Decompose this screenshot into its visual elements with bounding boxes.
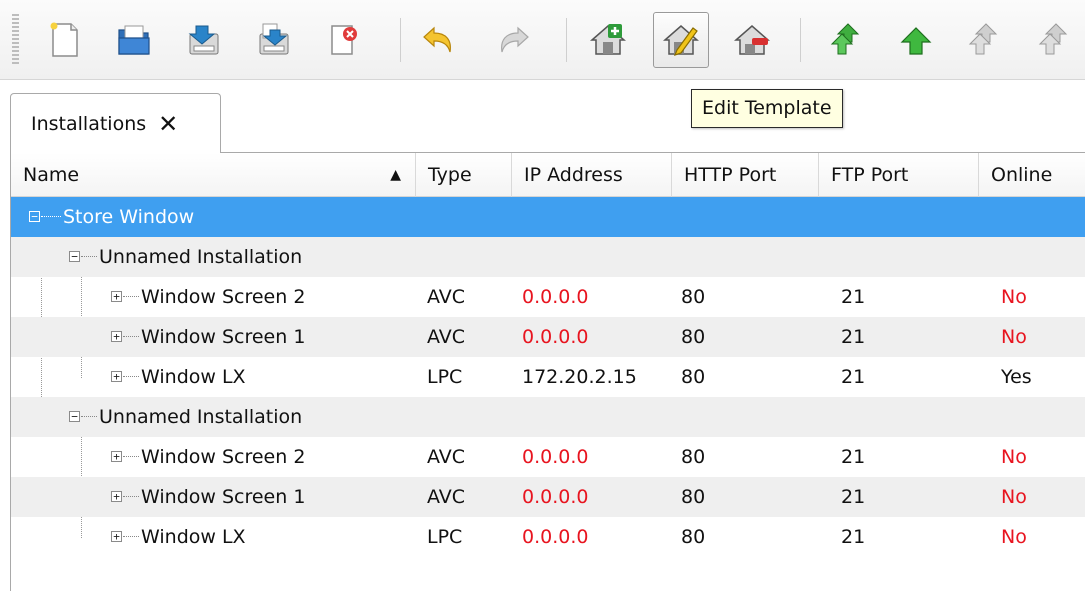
undo-icon [423,26,451,53]
add-template-button[interactable] [580,12,636,68]
sort-ascending-icon: ▲ [390,167,401,183]
tab-label: Installations [31,113,147,135]
table-row[interactable]: + Window Screen 1 AVC 0.0.0.0 80 21 No [11,477,1085,517]
save-as-button[interactable] [246,12,302,68]
toolbar-separator [400,18,401,62]
remove-template-button[interactable] [724,12,780,68]
column-header-ip[interactable]: IP Address [512,153,672,197]
double-up-arrow-gray-icon [968,23,998,55]
open-button[interactable] [106,12,162,68]
close-document-icon [331,25,357,55]
up-arrow-gray-icon [1038,23,1068,55]
save-as-icon [259,23,289,55]
up-arrow-icon [900,27,932,55]
close-icon[interactable]: ✕ [158,112,178,136]
new-document-icon [50,22,78,57]
save-icon [188,25,219,55]
upload-disabled-button[interactable] [1026,12,1082,68]
undo-button[interactable] [412,12,468,68]
table-row[interactable]: + Window Screen 2 AVC 0.0.0.0 80 21 No [11,437,1085,477]
expand-icon[interactable]: + [111,331,122,342]
double-up-arrow-icon [830,23,860,55]
table-row[interactable]: + Window Screen 2 AVC 0.0.0.0 80 21 No [11,277,1085,317]
table-row[interactable]: + Window LX LPC 172.20.2.15 80 21 Yes [11,357,1085,397]
edit-template-button[interactable] [653,12,709,68]
main-toolbar [0,0,1085,80]
column-header-online[interactable]: Online [979,153,1085,197]
tab-installations[interactable]: Installations ✕ [10,93,221,154]
table-row[interactable]: + Window Screen 1 AVC 0.0.0.0 80 21 No [11,317,1085,357]
upload-all-button[interactable] [818,12,874,68]
open-folder-icon [118,25,150,55]
house-remove-icon [734,25,770,55]
new-button[interactable] [36,12,92,68]
tooltip: Edit Template [691,89,843,128]
collapse-icon[interactable]: − [69,411,80,422]
upload-all-disabled-button[interactable] [956,12,1012,68]
expand-icon[interactable]: + [111,491,122,502]
house-add-icon [590,24,626,55]
toolbar-separator [800,18,801,62]
redo-icon [501,26,529,53]
table-row[interactable]: − Unnamed Installation [11,397,1085,437]
upload-button[interactable] [888,12,944,68]
save-button[interactable] [176,12,232,68]
table-row[interactable]: − Store Window [11,197,1085,237]
column-header-type[interactable]: Type [416,153,512,197]
collapse-icon[interactable]: − [29,211,40,222]
house-edit-icon [663,25,699,56]
column-header-http[interactable]: HTTP Port [672,153,819,197]
expand-icon[interactable]: + [111,291,122,302]
column-header-name[interactable]: Name ▲ [11,153,416,197]
expand-icon[interactable]: + [111,531,122,542]
toolbar-grip[interactable] [12,14,19,66]
table-row[interactable]: − Unnamed Installation [11,237,1085,277]
expand-icon[interactable]: + [111,371,122,382]
toolbar-separator [566,18,567,62]
tab-bar: Installations ✕ [0,80,1085,154]
collapse-icon[interactable]: − [69,251,80,262]
table-header: Name ▲ Type IP Address HTTP Port FTP Por… [11,153,1085,197]
close-document-button[interactable] [316,12,372,68]
redo-button[interactable] [484,12,540,68]
table-row[interactable]: + Window LX LPC 0.0.0.0 80 21 No [11,517,1085,557]
column-header-ftp[interactable]: FTP Port [819,153,979,197]
expand-icon[interactable]: + [111,451,122,462]
installations-tree-table: Name ▲ Type IP Address HTTP Port FTP Por… [10,153,1085,591]
